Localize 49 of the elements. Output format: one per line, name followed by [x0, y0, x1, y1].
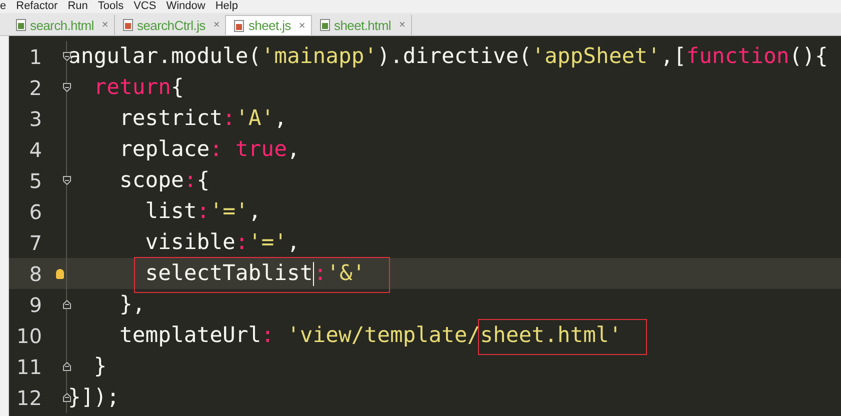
line-number: 5 — [28, 168, 42, 192]
code-text: visible:'=', — [144, 230, 300, 255]
line-number: 12 — [16, 386, 42, 410]
fold-icon[interactable] — [63, 52, 71, 61]
menu-item[interactable]: e — [0, 0, 6, 13]
fold-icon[interactable] — [63, 176, 71, 185]
menu-item[interactable]: Window — [166, 0, 206, 13]
fold-icon[interactable] — [63, 83, 71, 92]
code-text: return{ — [92, 75, 184, 100]
js-file-icon — [123, 19, 134, 31]
menu-item[interactable]: Refactor — [16, 0, 58, 13]
close-icon[interactable]: × — [213, 19, 220, 31]
close-icon[interactable]: × — [399, 19, 406, 31]
code-text: list:'=', — [144, 199, 262, 224]
annotation-box: selectTablist:'&' — [134, 256, 390, 294]
file-tab[interactable]: sheet.html × — [312, 15, 412, 35]
fold-icon[interactable] — [63, 300, 71, 309]
line-number: 7 — [28, 230, 42, 254]
menu-item[interactable]: VCS — [134, 0, 156, 13]
code-text: scope:{ — [118, 168, 210, 193]
line-number: 1 — [28, 44, 42, 68]
line-number: 6 — [28, 200, 42, 224]
line-number: 11 — [16, 354, 42, 378]
line-number: 9 — [28, 292, 42, 316]
line-number: 2 — [28, 76, 42, 100]
code-text: angular.module('mainapp').directive('appSheet',[function(){ — [68, 44, 828, 69]
line-number: 4 — [28, 138, 42, 162]
html-file-icon — [320, 19, 330, 31]
line-number: 10 — [16, 324, 42, 348]
html-file-icon — [16, 19, 26, 31]
menu-item[interactable]: Run — [68, 0, 88, 13]
code-text: replace: true, — [118, 137, 300, 162]
js-file-icon — [234, 20, 244, 32]
annotation-box: sheet.html' — [478, 319, 647, 355]
close-icon[interactable]: × — [102, 19, 108, 31]
code-text: }]); — [68, 385, 120, 410]
file-tab[interactable]: search.html × — [8, 15, 116, 35]
fold-icon[interactable] — [63, 362, 71, 371]
code-text: restrict:'A', — [118, 106, 287, 131]
file-tab[interactable]: sheet.js × — [226, 15, 312, 35]
menu-item[interactable]: Tools — [98, 0, 124, 13]
code-text: } — [92, 354, 107, 379]
menu-item[interactable]: Help — [215, 0, 238, 13]
fold-icon[interactable] — [63, 393, 71, 402]
line-number: 3 — [28, 106, 42, 130]
close-icon[interactable]: × — [298, 20, 306, 32]
code-text: templateUrl: 'view/template/ — [118, 323, 480, 348]
line-number: 8 — [28, 262, 42, 286]
code-text: }, — [118, 292, 146, 317]
